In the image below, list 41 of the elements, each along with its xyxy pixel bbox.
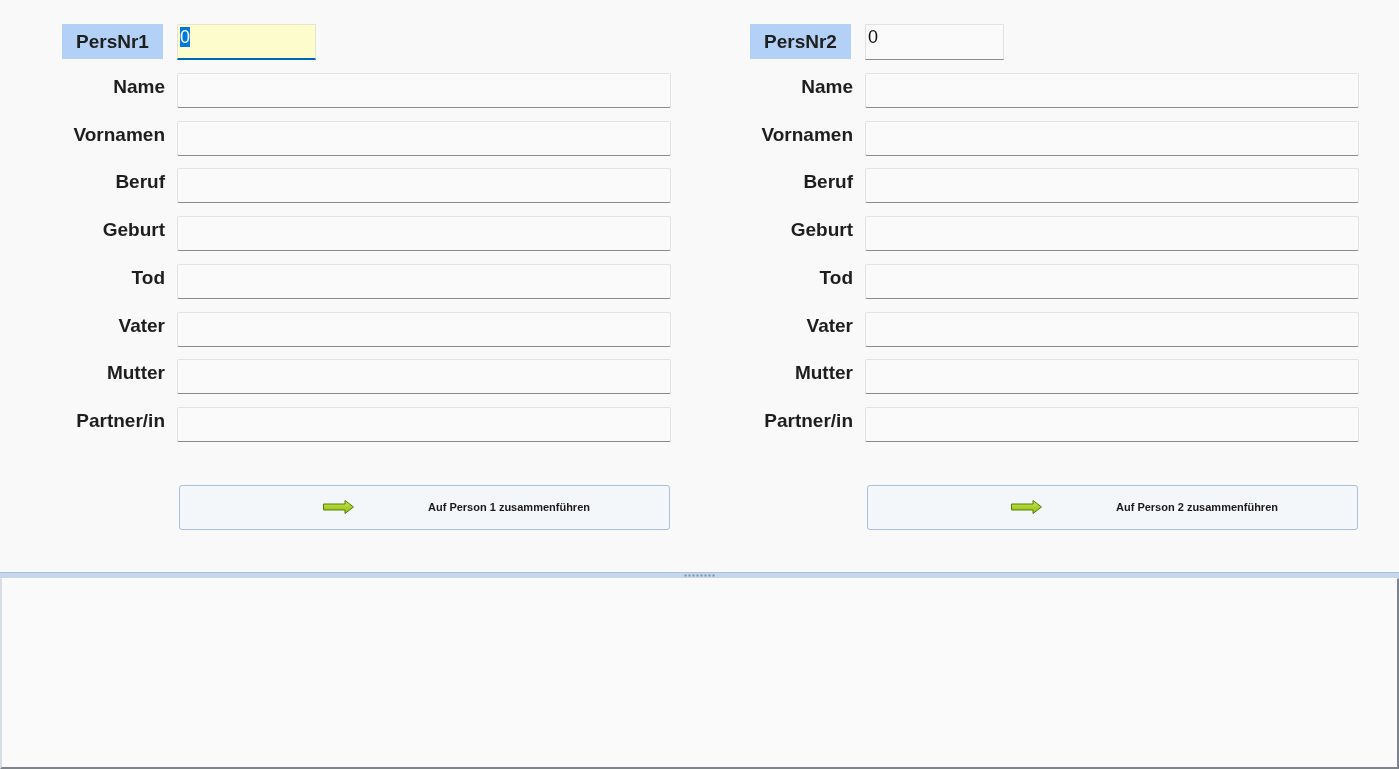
field-label: Beruf [114,170,165,195]
field-label: Vater [117,313,165,338]
field-label: Vornamen [72,122,165,147]
input-field[interactable] [865,407,1359,442]
input-field[interactable] [865,311,1359,347]
input-field[interactable] [177,407,671,442]
input-field[interactable] [865,263,1359,299]
input-field[interactable] [177,216,671,251]
field-label: Name [112,74,165,99]
grip-icon[interactable] [683,574,716,577]
merge-button[interactable]: Auf Person 1 zusammenführen [179,484,670,530]
input-field[interactable] [177,168,671,204]
person-number-label: PersNr1 [62,24,163,59]
input-field[interactable] [177,120,671,156]
input-field[interactable] [865,359,1359,395]
field-label: Vater [805,313,853,338]
field-label: Tod [130,265,165,290]
field-label: Mutter [105,361,165,386]
person-number-field[interactable]: 0 [865,24,1004,60]
input-field[interactable] [177,311,671,347]
input-field[interactable] [177,359,671,395]
field-label: Mutter [793,361,853,386]
field-label: Beruf [802,170,853,195]
field-label: Partner/in [763,409,853,433]
input-field[interactable] [177,72,671,108]
input-field[interactable] [865,120,1359,156]
input-field[interactable] [865,168,1359,204]
input-field[interactable] [865,72,1359,108]
field-label: Partner/in [75,409,165,433]
merge-button[interactable]: Auf Person 2 zusammenführen [867,484,1358,530]
arrow-right-icon [323,500,354,515]
person-number-label: PersNr2 [750,24,851,59]
arrow-right-icon [1011,500,1042,515]
field-label: Name [800,74,853,99]
input-field[interactable] [177,263,671,299]
person-number-field[interactable]: 0 [177,24,316,60]
field-label: Tod [818,265,853,290]
field-label: Vornamen [760,122,853,147]
field-label: Geburt [789,218,853,242]
input-field[interactable] [865,216,1359,251]
field-label: Geburt [101,218,165,242]
